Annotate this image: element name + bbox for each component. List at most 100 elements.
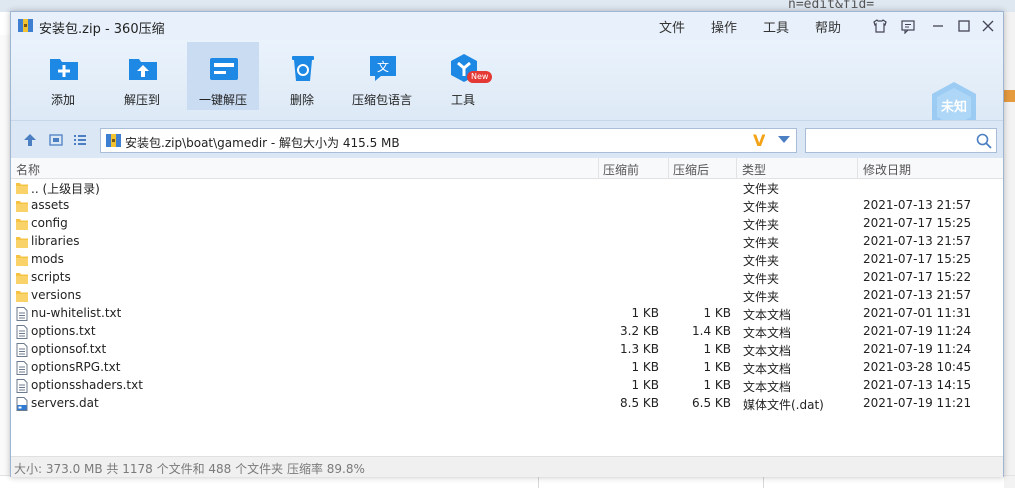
archive-window: 安装包.zip - 360压缩 文件 操作 工具 帮助 添加 解压到 一键解压 …: [10, 11, 1004, 477]
column-separator[interactable]: [736, 158, 737, 178]
table-row[interactable]: libraries 文件夹 2021-07-13 21:57: [11, 233, 1003, 251]
status-bar: 大小: 373.0 MB 共 1178 个文件和 488 个文件夹 压缩率 89…: [11, 456, 1003, 477]
add-label: 添加: [50, 93, 75, 107]
file-modified: 2021-07-13 14:15: [863, 378, 972, 392]
table-row[interactable]: assets 文件夹 2021-07-13 21:57: [11, 197, 1003, 215]
menu-tools[interactable]: 工具: [763, 17, 789, 36]
add-button[interactable]: 添加: [27, 42, 99, 110]
file-name: optionsshaders.txt: [31, 378, 143, 392]
one-click-extract-button[interactable]: 一键解压: [187, 42, 259, 110]
extract-to-label: 解压到: [123, 93, 160, 107]
table-row[interactable]: mods 文件夹 2021-07-17 15:25: [11, 251, 1003, 269]
path-dropdown-icon[interactable]: [778, 136, 790, 143]
browser-right-panel: [1004, 12, 1015, 488]
table-row[interactable]: options.txt 3.2 KB 1.4 KB 文本文档 2021-07-19 11…: [11, 323, 1003, 341]
file-modified: 2021-07-17 15:25: [863, 216, 972, 230]
status-text: 大小: 373.0 MB 共 1178 个文件和 488 个文件夹 压缩率 89…: [14, 462, 365, 476]
column-name[interactable]: 名称: [16, 161, 40, 178]
file-unpacked-size: 1 KB: [703, 378, 731, 392]
delete-label: 删除: [289, 93, 314, 107]
text-file-icon: [16, 361, 28, 375]
table-row[interactable]: .. (上级目录) 文件夹: [11, 179, 1003, 197]
column-unpacked[interactable]: 压缩后: [673, 161, 709, 178]
minimize-icon[interactable]: [929, 17, 947, 35]
column-separator[interactable]: [668, 158, 669, 178]
column-header: 名称 压缩前 压缩后 类型 修改日期: [11, 158, 1003, 179]
file-modified: 2021-07-13 21:57: [863, 234, 972, 248]
file-type: 文件夹: [743, 218, 780, 232]
file-type: 文本文档: [743, 380, 792, 394]
menu-operation[interactable]: 操作: [711, 17, 737, 36]
menu-help[interactable]: 帮助: [815, 17, 841, 36]
up-arrow-icon[interactable]: [23, 133, 37, 147]
toolbar: 添加 解压到 一键解压 删除 文 压缩包语言 工具 New 未知: [11, 40, 1003, 132]
text-file-icon: [16, 379, 28, 393]
file-unpacked-size: 1 KB: [703, 342, 731, 356]
file-type: 文本文档: [743, 326, 792, 340]
file-modified: 2021-03-28 10:45: [863, 360, 972, 374]
table-row[interactable]: scripts 文件夹 2021-07-17 15:22: [11, 269, 1003, 287]
file-modified: 2021-07-13 21:57: [863, 198, 972, 212]
file-modified: 2021-07-17 15:22: [863, 270, 972, 284]
file-unpacked-size: 1.4 KB: [692, 324, 731, 338]
column-separator[interactable]: [598, 158, 599, 178]
search-icon[interactable]: [976, 133, 992, 149]
table-row[interactable]: servers.dat 8.5 KB 6.5 KB 媒体文件(.dat) 2021-07…: [11, 395, 1003, 413]
file-packed-size: 3.2 KB: [620, 324, 659, 338]
feedback-icon[interactable]: [899, 17, 917, 35]
file-name: config: [31, 216, 68, 230]
skin-icon[interactable]: [871, 17, 889, 35]
language-icon: 文: [370, 56, 396, 81]
titlebar[interactable]: 安装包.zip - 360压缩 文件 操作 工具 帮助: [11, 12, 1003, 40]
file-type: 文件夹: [743, 182, 780, 196]
folder-icon: [16, 181, 28, 195]
zip-file-icon: [106, 134, 121, 147]
file-unpacked-size: 1 KB: [703, 306, 731, 320]
file-type: 文本文档: [743, 344, 792, 358]
close-icon[interactable]: [979, 17, 997, 35]
add-icon: [50, 59, 78, 80]
path-field[interactable]: 安装包.zip\boat\gamedir - 解包大小为 415.5 MB V: [100, 128, 797, 153]
file-modified: 2021-07-19 11:24: [863, 342, 972, 356]
archive-app-icon: [18, 19, 33, 32]
file-packed-size: 1 KB: [631, 306, 659, 320]
list-view-icon[interactable]: [73, 133, 87, 147]
new-badge: New: [467, 71, 493, 83]
file-modified: 2021-07-01 11:31: [863, 306, 972, 320]
thumbnail-view-icon[interactable]: [49, 133, 63, 147]
file-name: assets: [31, 198, 70, 212]
table-row[interactable]: optionsRPG.txt 1 KB 1 KB 文本文档 2021-03-28 10:…: [11, 359, 1003, 377]
delete-button[interactable]: 删除: [266, 42, 338, 110]
column-modified[interactable]: 修改日期: [863, 161, 911, 178]
file-type: 媒体文件(.dat): [743, 398, 824, 412]
menu-file[interactable]: 文件: [659, 17, 685, 36]
file-name: servers.dat: [31, 396, 99, 410]
search-input[interactable]: [805, 128, 997, 153]
delete-icon: [292, 56, 314, 81]
column-packed[interactable]: 压缩前: [603, 161, 639, 178]
file-type: 文本文档: [743, 308, 792, 322]
file-packed-size: 8.5 KB: [620, 396, 659, 410]
folder-icon: [16, 217, 28, 231]
file-name: optionsof.txt: [31, 342, 107, 356]
file-packed-size: 1 KB: [631, 378, 659, 392]
file-name: scripts: [31, 270, 71, 284]
table-row[interactable]: versions 文件夹 2021-07-13 21:57: [11, 287, 1003, 305]
browser-divider-v: [538, 476, 539, 488]
shield-label: 未知: [940, 99, 967, 115]
address-bar: 安装包.zip\boat\gamedir - 解包大小为 415.5 MB V: [11, 120, 1003, 159]
language-button[interactable]: 文 压缩包语言: [346, 42, 418, 110]
folder-icon: [16, 253, 28, 267]
table-row[interactable]: config 文件夹 2021-07-17 15:25: [11, 215, 1003, 233]
v-logo-icon[interactable]: V: [753, 131, 765, 150]
table-row[interactable]: optionsshaders.txt 1 KB 1 KB 文本文档 2021-07-13…: [11, 377, 1003, 395]
column-type[interactable]: 类型: [742, 161, 766, 178]
file-type: 文件夹: [743, 272, 780, 286]
table-row[interactable]: nu-whitelist.txt 1 KB 1 KB 文本文档 2021-07-01 1…: [11, 305, 1003, 323]
extract-to-button[interactable]: 解压到: [106, 42, 178, 110]
text-file-icon: [16, 343, 28, 357]
column-separator[interactable]: [857, 158, 858, 178]
maximize-icon[interactable]: [955, 17, 973, 35]
file-name: nu-whitelist.txt: [31, 306, 122, 320]
table-row[interactable]: optionsof.txt 1.3 KB 1 KB 文本文档 2021-07-19 11…: [11, 341, 1003, 359]
